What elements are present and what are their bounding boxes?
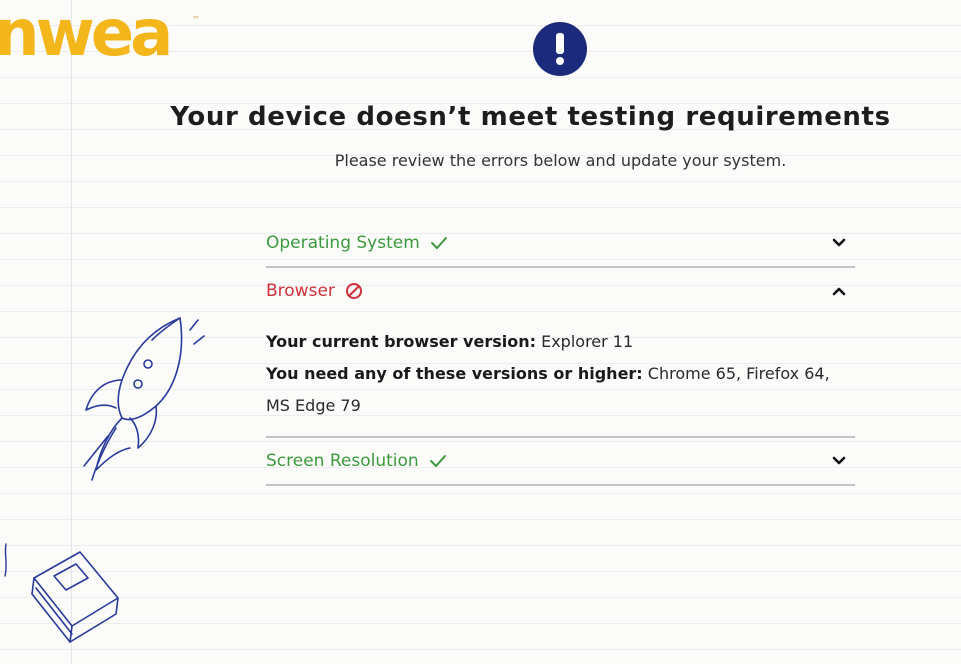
browser-details: Your current browser version: Explorer 1… <box>266 314 855 436</box>
browser-header[interactable]: Browser <box>266 268 855 314</box>
checkmark-icon <box>430 236 448 250</box>
current-browser-value: Explorer 11 <box>541 332 634 351</box>
current-browser-label: Your current browser version: <box>266 332 536 351</box>
requirement-browser: Browser Your current browser version: Ex… <box>266 268 855 438</box>
browser-label: Browser <box>266 281 335 301</box>
exclamation-icon <box>533 22 587 76</box>
rocket-doodle-icon <box>83 317 205 481</box>
requirements-accordion: Operating System Browser Your current br… <box>266 220 855 486</box>
required-browsers-label: You need any of these versions or higher… <box>266 364 643 383</box>
nwea-logo: nwea <box>0 0 173 71</box>
screen-resolution-label: Screen Resolution <box>266 451 419 471</box>
trademark-symbol: ™ <box>192 15 200 24</box>
prohibited-icon <box>345 282 363 300</box>
edge-doodle-icon <box>4 543 7 577</box>
screen-resolution-header[interactable]: Screen Resolution <box>266 438 855 484</box>
operating-system-header[interactable]: Operating System <box>266 220 855 266</box>
checkmark-icon <box>429 454 447 468</box>
chevron-down-icon[interactable] <box>829 451 849 471</box>
page-title: Your device doesn’t meet testing require… <box>170 102 891 132</box>
requirement-operating-system: Operating System <box>266 220 855 268</box>
current-browser-line: Your current browser version: Explorer 1… <box>266 326 855 358</box>
book-doodle-icon <box>31 551 119 643</box>
operating-system-label: Operating System <box>266 233 420 253</box>
required-browsers-line: You need any of these versions or higher… <box>266 358 855 422</box>
requirement-screen-resolution: Screen Resolution <box>266 438 855 486</box>
chevron-up-icon[interactable] <box>829 281 849 301</box>
chevron-down-icon[interactable] <box>829 233 849 253</box>
page-subtitle: Please review the errors below and updat… <box>334 151 787 170</box>
